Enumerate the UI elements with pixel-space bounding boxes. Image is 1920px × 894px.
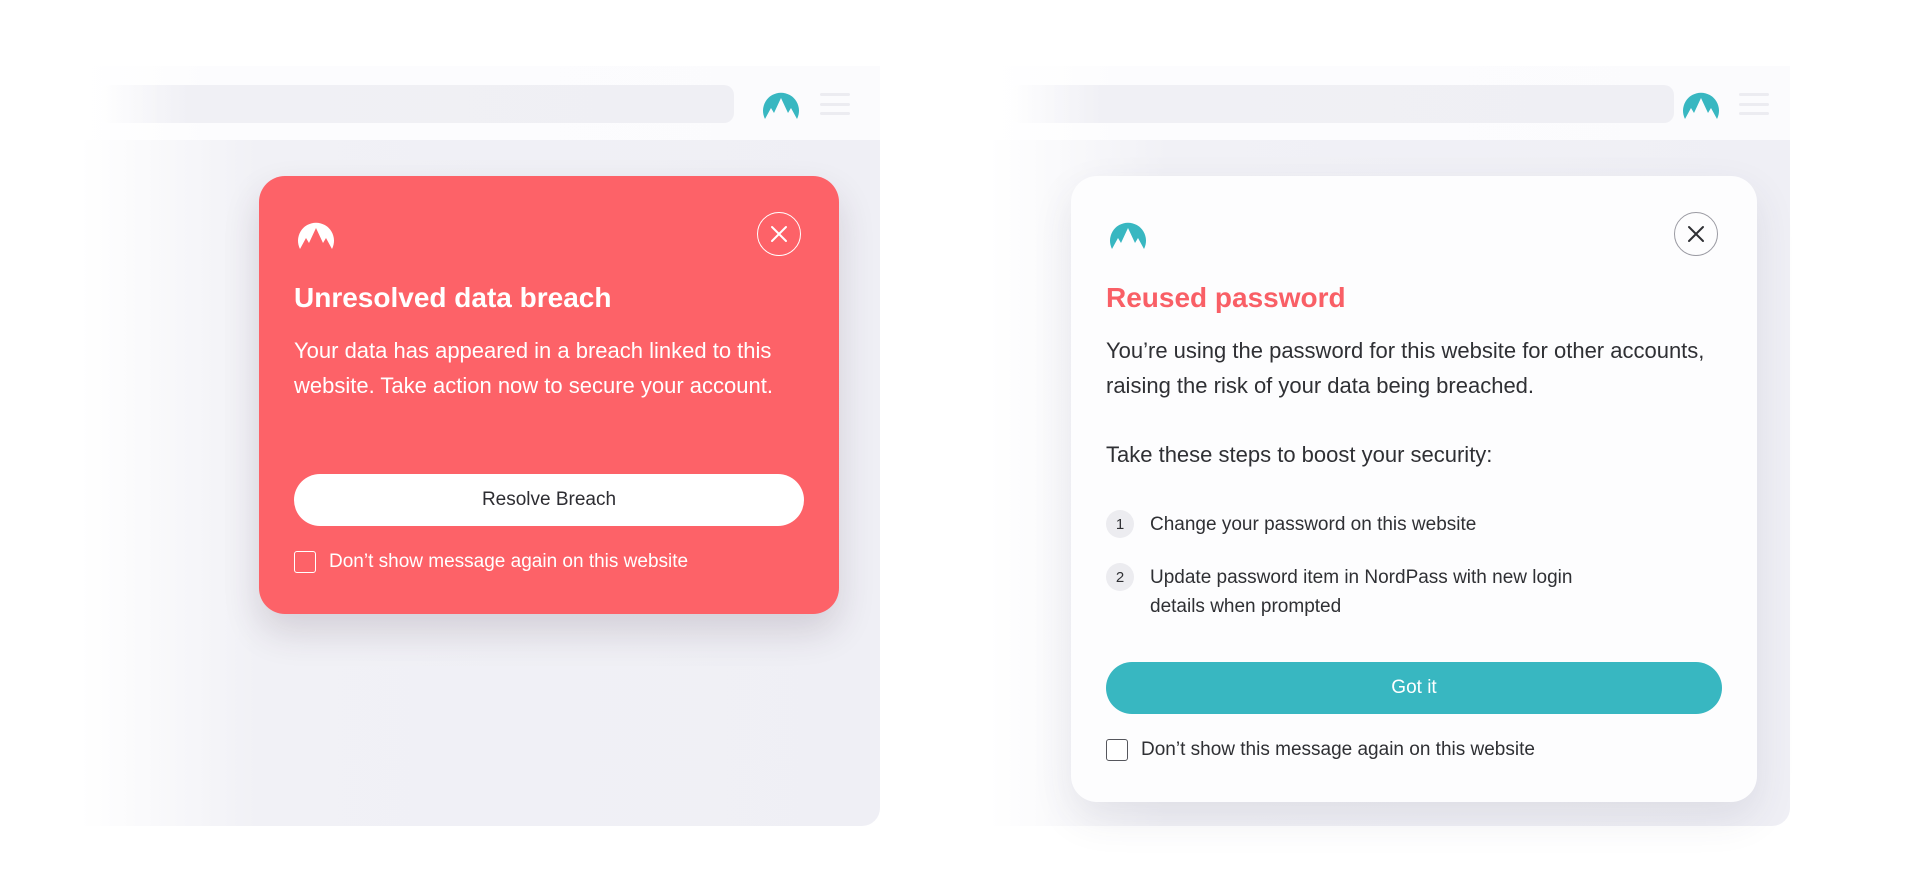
steps-intro: Take these steps to boost your security: [1106, 442, 1493, 467]
nordpass-logo-icon [1110, 222, 1146, 249]
step-item: 2 Update password item in NordPass with … [1106, 563, 1610, 621]
reused-password-popup: Reused password You’re using the passwor… [1071, 176, 1757, 802]
checkbox-label: Don’t show this message again on this we… [1141, 739, 1535, 760]
got-it-button[interactable]: Got it [1106, 662, 1722, 714]
popup-body-text: Your data has appeared in a breach linke… [294, 338, 773, 398]
close-icon [1688, 226, 1704, 242]
close-button[interactable] [757, 212, 801, 256]
browser-toolbar [990, 66, 1790, 140]
hamburger-icon[interactable] [820, 93, 850, 115]
dont-show-again-checkbox[interactable] [1106, 739, 1128, 761]
nordpass-extension-icon[interactable] [1681, 86, 1721, 122]
step-text: Change your password on this website [1150, 514, 1477, 535]
step-text: Update password item in NordPass with ne… [1150, 567, 1573, 617]
nordpass-extension-icon[interactable] [761, 86, 801, 122]
browser-toolbar [80, 66, 880, 140]
checkbox-label: Don’t show message again on this website [329, 551, 689, 572]
step-number-badge: 1 [1106, 510, 1134, 538]
step-item: 1 Change your password on this website [1106, 510, 1610, 539]
screen: Unresolved data breach Your data has app… [0, 0, 1920, 894]
address-bar[interactable] [100, 85, 734, 123]
hamburger-icon[interactable] [1739, 93, 1769, 115]
data-breach-popup: Unresolved data breach Your data has app… [259, 176, 839, 614]
dont-show-again-option[interactable]: Don’t show message again on this website [294, 551, 688, 573]
step-number-badge: 2 [1106, 563, 1134, 591]
close-button[interactable] [1674, 212, 1718, 256]
popup-body-text: You’re using the password for this websi… [1106, 338, 1705, 398]
nordpass-logo-icon [298, 222, 334, 249]
dont-show-again-option[interactable]: Don’t show this message again on this we… [1106, 739, 1535, 761]
popup-title: Reused password [1106, 282, 1346, 313]
dont-show-again-checkbox[interactable] [294, 551, 316, 573]
address-bar[interactable] [1010, 85, 1674, 123]
popup-title: Unresolved data breach [294, 282, 612, 313]
close-icon [771, 226, 787, 242]
resolve-breach-button[interactable]: Resolve Breach [294, 474, 804, 526]
